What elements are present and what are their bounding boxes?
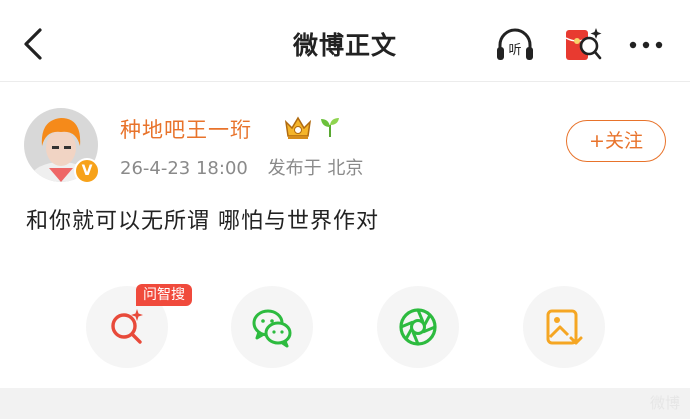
follow-button[interactable]: +关注 — [566, 120, 666, 162]
sprout-icon — [321, 118, 339, 137]
listen-label: 听 — [508, 43, 521, 58]
verified-badge: V — [74, 158, 100, 184]
top-bar: 微博正文 听 — [0, 0, 690, 82]
share-moments-button[interactable] — [377, 286, 459, 368]
watermark: 微博 — [649, 394, 680, 412]
post-content: 和你就可以无所谓 哪怕与世界作对 — [26, 209, 379, 234]
share-wechat-button[interactable] — [231, 286, 313, 368]
ai-search-tag: 问智搜 — [136, 284, 192, 306]
ai-search-icon — [111, 309, 143, 344]
more-dots-icon[interactable] — [626, 24, 666, 66]
moments-aperture-icon — [399, 308, 437, 346]
save-image-icon — [546, 309, 583, 345]
listen-headphone-icon[interactable]: 听 — [494, 24, 536, 66]
wechat-icon — [252, 309, 292, 348]
post-meta: 26-4-23 18:00 发布于 北京 — [120, 154, 363, 180]
footer-divider — [0, 388, 690, 419]
save-image-button[interactable] — [523, 286, 605, 368]
crown-badge-icon — [284, 116, 312, 139]
post-date: 26-4-23 18:00 — [120, 158, 248, 179]
post-location: 发布于 北京 — [267, 158, 364, 179]
author-name[interactable]: 种地吧王一珩 — [120, 114, 252, 144]
red-packet-icon[interactable] — [562, 24, 604, 66]
